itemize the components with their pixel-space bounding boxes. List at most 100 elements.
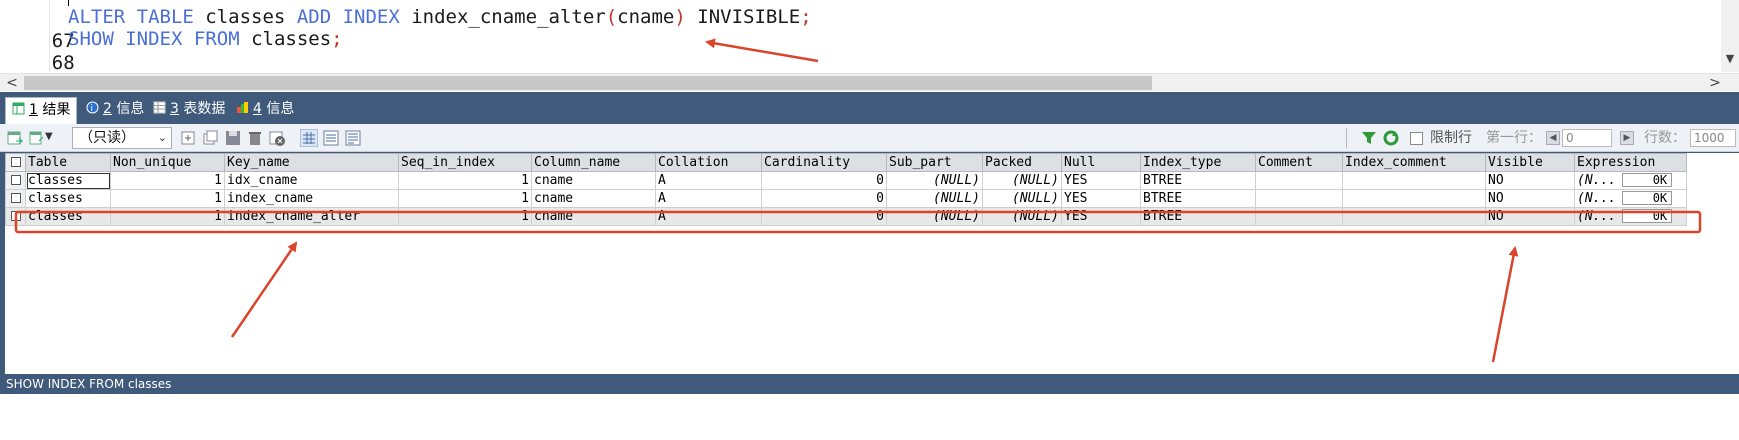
cell-key-name[interactable]: index_cname <box>224 189 399 208</box>
scroll-left-icon[interactable]: < <box>2 74 22 92</box>
cell-index-type[interactable]: BTREE <box>1140 207 1256 226</box>
cell-visible[interactable]: NO <box>1485 207 1575 226</box>
row-checkbox[interactable] <box>5 171 26 190</box>
column-header-index-type[interactable]: Index_type <box>1140 153 1256 172</box>
cell-column-name[interactable]: cname <box>531 189 656 208</box>
cell-key-name[interactable]: index_cname_alter <box>224 207 399 226</box>
cell-visible[interactable]: NO <box>1485 189 1575 208</box>
read-only-mode-select[interactable]: （只读） ⌄ <box>72 127 172 149</box>
cell-collation[interactable]: A <box>655 171 762 190</box>
cell-sub-part[interactable]: (NULL) <box>886 207 983 226</box>
cell-sub-part[interactable]: (NULL) <box>886 189 983 208</box>
scrollbar-thumb[interactable] <box>24 76 1152 90</box>
cell-index-comment[interactable] <box>1342 207 1486 226</box>
save-icon[interactable] <box>224 129 242 147</box>
cell-cardinality[interactable]: 0 <box>761 189 887 208</box>
horizontal-scrollbar[interactable]: < > <box>0 73 1739 91</box>
column-header-expression[interactable]: Expression <box>1574 153 1687 172</box>
cell-index-comment[interactable] <box>1342 189 1486 208</box>
cell-cardinality[interactable]: 0 <box>761 171 887 190</box>
cell-cardinality[interactable]: 0 <box>761 207 887 226</box>
cell-index-comment[interactable] <box>1342 171 1486 190</box>
cell-table[interactable]: classes <box>25 171 111 190</box>
column-header-collation[interactable]: Collation <box>655 153 762 172</box>
cell-index-type[interactable]: BTREE <box>1140 171 1256 190</box>
discard-changes-icon[interactable] <box>268 129 286 147</box>
result-grid[interactable]: Table Non_unique Key_name Seq_in_index Colum… <box>5 153 1739 406</box>
cell-table[interactable]: classes <box>25 189 111 208</box>
cell-null[interactable]: YES <box>1061 171 1141 190</box>
cell-column-name[interactable]: cname <box>531 171 656 190</box>
cell-sub-part[interactable]: (NULL) <box>886 171 983 190</box>
column-header-column-name[interactable]: Column_name <box>531 153 656 172</box>
cell-column-name[interactable]: cname <box>531 207 656 226</box>
scroll-right-icon[interactable]: > <box>1705 74 1725 92</box>
cell-seq-in-index[interactable]: 1 <box>398 189 532 208</box>
refresh-icon[interactable] <box>1382 129 1400 147</box>
cell-index-type[interactable]: BTREE <box>1140 189 1256 208</box>
column-header-comment[interactable]: Comment <box>1255 153 1343 172</box>
form-view-icon[interactable] <box>322 129 340 147</box>
cell-table[interactable]: classes <box>25 207 111 226</box>
cell-visible[interactable]: NO <box>1485 171 1575 190</box>
cell-expression[interactable]: (N... 0K <box>1574 189 1687 208</box>
cell-null[interactable]: YES <box>1061 207 1141 226</box>
code-line-67[interactable]: 67 ALTER TABLE classes ADD INDEX index_cn… <box>0 5 812 52</box>
cell-seq-in-index[interactable]: 1 <box>398 171 532 190</box>
delete-icon[interactable] <box>246 129 264 147</box>
code-line-69[interactable]: 69 <box>0 49 90 72</box>
previous-page-icon[interactable]: ◀ <box>1546 131 1560 145</box>
cell-comment[interactable] <box>1255 207 1343 226</box>
duplicate-row-icon[interactable] <box>202 129 220 147</box>
column-header-key-name[interactable]: Key_name <box>224 153 399 172</box>
table-row[interactable]: classes 1 index_cname 1 cname A 0 (NULL) (NULL) Y… <box>5 189 1687 208</box>
column-header-null[interactable]: Null <box>1061 153 1141 172</box>
sql-editor[interactable]: 67 ALTER TABLE classes ADD INDEX index_cn… <box>0 0 1739 72</box>
table-row[interactable]: classes 1 idx_cname 1 cname A 0 (NULL) (NULL) YES… <box>5 171 1687 190</box>
cell-seq-in-index[interactable]: 1 <box>398 207 532 226</box>
cell-key-name[interactable]: idx_cname <box>224 171 399 190</box>
cell-non-unique[interactable]: 1 <box>110 189 225 208</box>
cell-packed[interactable]: (NULL) <box>982 207 1062 226</box>
filter-icon[interactable] <box>1360 129 1378 147</box>
cell-null[interactable]: YES <box>1061 189 1141 208</box>
vertical-scrollbar[interactable]: ▼ <box>1721 0 1739 72</box>
import-dropdown-icon[interactable] <box>28 129 46 147</box>
text-view-icon[interactable] <box>344 129 362 147</box>
table-row[interactable]: classes 1 index_cname_alter 1 cname A 0 (NULL)(… <box>5 207 1687 226</box>
tab-table-data[interactable]: 3 表数据 <box>147 97 231 124</box>
chevron-down-icon[interactable]: ▼ <box>45 131 53 142</box>
limit-rows-checkbox[interactable] <box>1410 132 1423 145</box>
grid-view-icon[interactable] <box>300 129 318 147</box>
cell-non-unique[interactable]: 1 <box>110 207 225 226</box>
export-icon[interactable] <box>6 129 24 147</box>
column-header-packed[interactable]: Packed <box>982 153 1062 172</box>
column-header-sub-part[interactable]: Sub_part <box>886 153 983 172</box>
next-page-icon[interactable]: ▶ <box>1620 131 1634 145</box>
column-header-seq-in-index[interactable]: Seq_in_index <box>398 153 532 172</box>
first-row-input[interactable]: 0 <box>1562 129 1612 147</box>
column-header-non-unique[interactable]: Non_unique <box>110 153 225 172</box>
column-header-table[interactable]: Table <box>25 153 111 172</box>
cell-expression[interactable]: (N... 0K <box>1574 171 1687 190</box>
cell-comment[interactable] <box>1255 171 1343 190</box>
cell-expression[interactable]: (N... 0K <box>1574 207 1687 226</box>
cell-comment[interactable] <box>1255 189 1343 208</box>
tab-result[interactable]: 1 结果 <box>5 97 78 124</box>
cell-packed[interactable]: (NULL) <box>982 171 1062 190</box>
column-header-cardinality[interactable]: Cardinality <box>761 153 887 172</box>
rows-count-input[interactable]: 1000 <box>1690 129 1736 147</box>
row-checkbox[interactable] <box>5 189 26 208</box>
scroll-down-icon[interactable]: ▼ <box>1721 52 1739 65</box>
insert-row-icon[interactable] <box>180 129 198 147</box>
tab-info-2[interactable]: 4 信息 <box>230 97 300 124</box>
cell-collation[interactable]: A <box>655 207 762 226</box>
cell-collation[interactable]: A <box>655 189 762 208</box>
column-header-visible[interactable]: Visible <box>1485 153 1575 172</box>
code-line-68[interactable]: 68 SHOW INDEX FROM classes; <box>0 27 343 72</box>
row-checkbox[interactable] <box>5 207 26 226</box>
tab-info[interactable]: i2 信息 <box>80 97 150 124</box>
cell-non-unique[interactable]: 1 <box>110 171 225 190</box>
select-all-checkbox[interactable] <box>5 153 26 172</box>
cell-packed[interactable]: (NULL) <box>982 189 1062 208</box>
